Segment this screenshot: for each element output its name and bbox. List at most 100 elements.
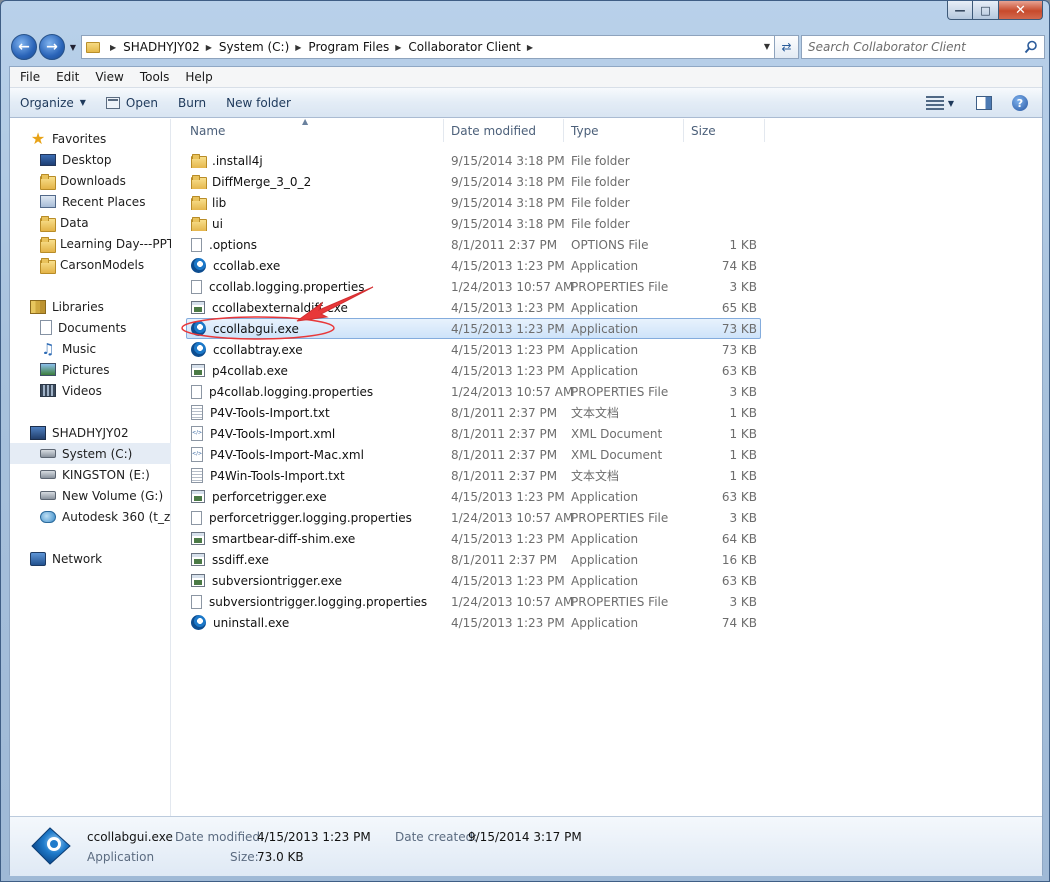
file-name-cell: ccollabexternaldiff.exe [187,301,444,315]
nav-item-downloads[interactable]: Downloads [10,170,171,191]
chevron-down-icon[interactable]: ▼ [948,99,954,108]
menu-file[interactable]: File [12,70,48,84]
breadcrumb-collaborator-client[interactable]: Collaborator Client [408,40,521,54]
menu-view[interactable]: View [87,70,131,84]
file-type: PROPERTIES File [571,384,669,399]
maximize-icon: □ [980,3,991,17]
preview-pane-icon[interactable] [976,96,992,110]
new-folder-label: New folder [226,95,291,110]
burn-button[interactable]: Burn [168,90,216,116]
new-folder-button[interactable]: New folder [216,90,301,116]
menu-help[interactable]: Help [177,70,220,84]
refresh-button[interactable]: ⇄ [775,35,799,59]
column-header-type[interactable]: Type [564,119,684,142]
file-row[interactable]: P4V-Tools-Import-Mac.xml 8/1/2011 2:37 PM… [186,444,761,465]
file-type: File folder [571,216,630,231]
chevron-right-icon[interactable]: ▶ [527,43,533,52]
nav-item-pictures[interactable]: Pictures [10,359,171,380]
file-row[interactable]: ccollab.logging.properties 1/24/2013 10:5… [186,276,761,297]
details-size-label: Size: [230,850,259,864]
file-row[interactable]: subversiontrigger.exe 4/15/2013 1:23 PM Ap… [186,570,761,591]
file-type: Application [571,489,639,504]
file-row[interactable]: .install4j 9/15/2014 3:18 PM File folder [186,150,761,171]
close-button[interactable]: ✕ [999,1,1043,20]
nav-libraries[interactable]: Libraries [10,296,171,317]
file-row[interactable]: perforcetrigger.exe 4/15/2013 1:23 PM Appl… [186,486,761,507]
file-row[interactable]: DiffMerge_3_0_2 9/15/2014 3:18 PM File fol… [186,171,761,192]
details-date-modified-label: Date modified: [175,830,265,844]
file-row[interactable]: subversiontrigger.logging.properties 1/24… [186,591,761,612]
file-name-cell: P4Win-Tools-Import.txt [187,468,444,483]
help-icon[interactable]: ? [1012,95,1028,111]
file-row[interactable]: lib 9/15/2014 3:18 PM File folder [186,192,761,213]
xml-document-icon [191,426,203,441]
column-header-size[interactable]: Size [684,119,765,142]
views-icon[interactable] [925,96,944,110]
nav-item-videos[interactable]: Videos [10,380,171,401]
column-label: Name [190,123,226,138]
file-row[interactable]: ccollabtray.exe 4/15/2013 1:23 PM Applicat… [186,339,761,360]
file-row[interactable]: ui 9/15/2014 3:18 PM File folder [186,213,761,234]
maximize-button[interactable]: □ [973,1,999,20]
forward-button[interactable]: → [39,34,65,60]
file-size: 64 KB [721,531,757,546]
file-name: smartbear-diff-shim.exe [212,531,356,546]
file-name-cell: P4V-Tools-Import.xml [187,426,444,441]
file-row[interactable]: ssdiff.exe 8/1/2011 2:37 PM Application 16 … [186,549,761,570]
address-dropdown-icon[interactable]: ▼ [764,42,770,51]
nav-item-music[interactable]: ♫ Music [10,338,171,359]
nav-item-kingston[interactable]: KINGSTON (E:) [10,464,171,485]
application-window-icon [191,574,205,587]
file-row[interactable]: P4V-Tools-Import.txt 8/1/2011 2:37 PM 文本文档… [186,402,761,423]
organize-button[interactable]: Organize ▼ [10,90,96,116]
chevron-right-icon[interactable]: ▶ [395,43,401,52]
back-button[interactable]: ← [11,34,37,60]
chevron-right-icon[interactable]: ▶ [110,43,116,52]
file-row[interactable]: .options 8/1/2011 2:37 PM OPTIONS File 1 KB [186,234,761,255]
nav-item-recent-places[interactable]: Recent Places [10,191,171,212]
file-row[interactable]: p4collab.logging.properties 1/24/2013 10:… [186,381,761,402]
nav-favorites[interactable]: ★ Favorites [10,128,171,149]
file-row[interactable]: p4collab.exe 4/15/2013 1:23 PM Application… [186,360,761,381]
file-row[interactable]: smartbear-diff-shim.exe 4/15/2013 1:23 PM… [186,528,761,549]
file-row[interactable]: ccollabgui.exe 4/15/2013 1:23 PM Applicati… [186,318,761,339]
menu-edit[interactable]: Edit [48,70,87,84]
file-size: 63 KB [721,363,757,378]
organize-label: Organize [20,95,74,110]
nav-network[interactable]: Network [10,548,171,569]
libraries-icon [30,299,46,314]
nav-item-new-volume[interactable]: New Volume (G:) [10,485,171,506]
nav-item-autodesk-360[interactable]: Autodesk 360 (t_zhur [10,506,171,527]
menu-tools[interactable]: Tools [132,70,178,84]
breadcrumb-system-drive[interactable]: System (C:) [219,40,289,54]
search-icon[interactable] [1024,40,1038,54]
address-bar[interactable]: ▶ SHADHYJY02 ▶ System (C:) ▶ Program Fil… [81,35,775,59]
file-row[interactable]: P4Win-Tools-Import.txt 8/1/2011 2:37 PM 文本… [186,465,761,486]
chevron-right-icon[interactable]: ▶ [206,43,212,52]
nav-item-desktop[interactable]: Desktop [10,149,171,170]
nav-item-carsonmodels[interactable]: CarsonModels [10,254,171,275]
recent-pages-button[interactable]: ▼ [67,39,79,55]
breadcrumb-program-files[interactable]: Program Files [308,40,389,54]
file-size: 3 KB [729,279,757,294]
file-row[interactable]: ccollabexternaldiff.exe 4/15/2013 1:23 PM… [186,297,761,318]
nav-item-system-drive[interactable]: System (C:) [10,443,171,464]
minimize-button[interactable]: — [947,1,973,20]
file-row[interactable]: uninstall.exe 4/15/2013 1:23 PM Applicatio… [186,612,761,633]
file-row[interactable]: P4V-Tools-Import.xml 8/1/2011 2:37 PM XML … [186,423,761,444]
column-header-name[interactable]: Name ▲ [172,117,444,142]
search-input[interactable] [808,40,1018,54]
nav-item-documents[interactable]: Documents [10,317,171,338]
chevron-right-icon[interactable]: ▶ [295,43,301,52]
nav-item-learning-day[interactable]: Learning Day---PPT [10,233,171,254]
nav-computer[interactable]: SHADHYJY02 [10,422,171,443]
nav-item-data[interactable]: Data [10,212,171,233]
file-row[interactable]: ccollab.exe 4/15/2013 1:23 PM Application 7… [186,255,761,276]
breadcrumb-computer[interactable]: SHADHYJY02 [123,40,200,54]
file-date-modified: 1/24/2013 10:57 AM [451,594,574,609]
column-header-date[interactable]: Date modified [444,119,564,142]
nav-label: Downloads [60,173,126,188]
nav-label: Libraries [52,299,104,314]
open-button[interactable]: Open [96,90,168,116]
file-row[interactable]: perforcetrigger.logging.properties 1/24/2… [186,507,761,528]
